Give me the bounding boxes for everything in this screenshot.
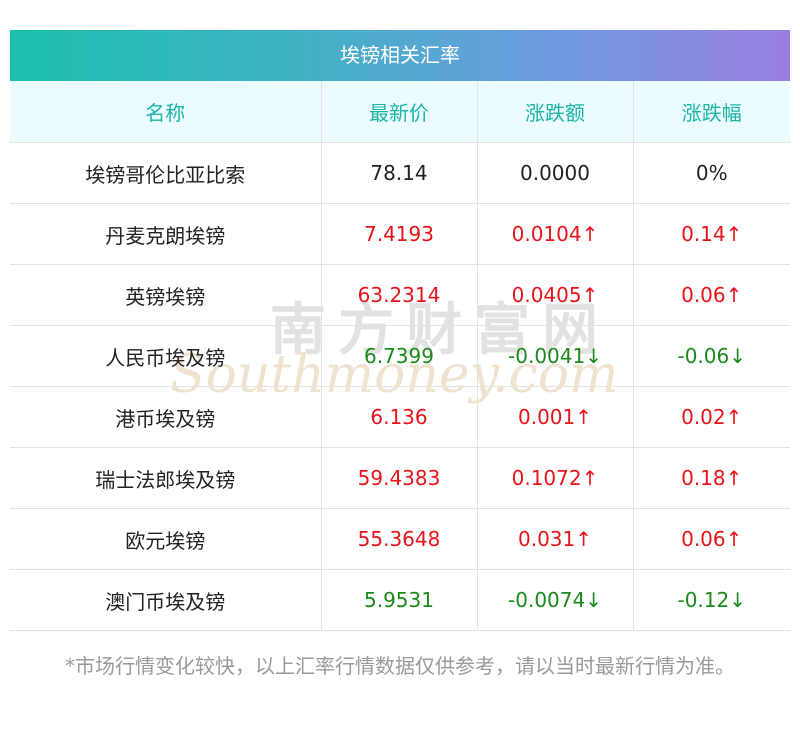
cell-change: 0.0405↑ (477, 264, 634, 326)
cell-change: -0.0041↓ (477, 325, 634, 387)
cell-pct: 0.02↑ (633, 386, 790, 448)
table-row[interactable]: 埃镑哥伦比亚比索 78.14 0.0000 0% (10, 142, 790, 204)
cell-name: 港币埃及镑 (10, 386, 322, 448)
cell-name: 人民币埃及镑 (10, 325, 322, 387)
table-row[interactable]: 丹麦克朗埃镑 7.4193 0.0104↑ 0.14↑ (10, 203, 790, 265)
cell-price: 5.9531 (321, 569, 478, 631)
cell-pct: -0.06↓ (633, 325, 790, 387)
table-row[interactable]: 港币埃及镑 6.136 0.001↑ 0.02↑ (10, 386, 790, 448)
cell-name: 英镑埃镑 (10, 264, 322, 326)
cell-change: 0.0000 (477, 142, 634, 204)
cell-pct: 0.06↑ (633, 508, 790, 570)
cell-change: 0.031↑ (477, 508, 634, 570)
cell-change: -0.0074↓ (477, 569, 634, 631)
disclaimer-note: *市场行情变化较快，以上汇率行情数据仅供参考，请以当时最新行情为准。 (65, 654, 735, 678)
header-change: 涨跌额 (477, 81, 634, 143)
cell-pct: 0% (633, 142, 790, 204)
cell-name: 埃镑哥伦比亚比索 (10, 142, 322, 204)
cell-price: 6.136 (321, 386, 478, 448)
header-price: 最新价 (321, 81, 478, 143)
panel-title: 埃镑相关汇率 (10, 30, 790, 81)
cell-change: 0.1072↑ (477, 447, 634, 509)
cell-price: 59.4383 (321, 447, 478, 509)
header-pct: 涨跌幅 (633, 81, 790, 143)
cell-name: 欧元埃镑 (10, 508, 322, 570)
header-name: 名称 (10, 81, 322, 143)
cell-change: 0.0104↑ (477, 203, 634, 265)
cell-price: 7.4193 (321, 203, 478, 265)
rate-table: 名称 最新价 涨跌额 涨跌幅 埃镑哥伦比亚比索 78.14 0.0000 0% 丹麦克朗… (10, 81, 790, 631)
cell-price: 55.3648 (321, 508, 478, 570)
table-header-row: 名称 最新价 涨跌额 涨跌幅 (10, 81, 790, 143)
cell-name: 瑞士法郎埃及镑 (10, 447, 322, 509)
cell-change: 0.001↑ (477, 386, 634, 448)
cell-pct: -0.12↓ (633, 569, 790, 631)
cell-name: 丹麦克朗埃镑 (10, 203, 322, 265)
cell-pct: 0.14↑ (633, 203, 790, 265)
cell-price: 63.2314 (321, 264, 478, 326)
table-row[interactable]: 英镑埃镑 63.2314 0.0405↑ 0.06↑ (10, 264, 790, 326)
cell-name: 澳门币埃及镑 (10, 569, 322, 631)
table-row[interactable]: 人民币埃及镑 6.7399 -0.0041↓ -0.06↓ (10, 325, 790, 387)
table-row[interactable]: 澳门币埃及镑 5.9531 -0.0074↓ -0.12↓ (10, 569, 790, 631)
cell-pct: 0.18↑ (633, 447, 790, 509)
cell-price: 78.14 (321, 142, 478, 204)
exchange-rate-panel: 埃镑相关汇率 名称 最新价 涨跌额 涨跌幅 埃镑哥伦比亚比索 78.14 0.000… (10, 30, 790, 631)
table-row[interactable]: 欧元埃镑 55.3648 0.031↑ 0.06↑ (10, 508, 790, 570)
table-row[interactable]: 瑞士法郎埃及镑 59.4383 0.1072↑ 0.18↑ (10, 447, 790, 509)
cell-pct: 0.06↑ (633, 264, 790, 326)
cell-price: 6.7399 (321, 325, 478, 387)
